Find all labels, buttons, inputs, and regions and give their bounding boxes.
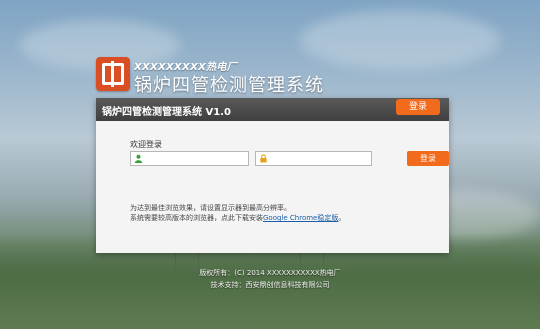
notice-line-2: 系统需要较高版本的浏览器，点此下载安装Google Chrome稳定版。	[130, 213, 345, 223]
notice-line-2-suffix: 。	[338, 214, 346, 222]
notice-line-1: 为达到最佳浏览效果，请设置显示器到最高分辨率。	[130, 204, 291, 212]
logo-icon	[96, 57, 130, 91]
username-field[interactable]	[130, 151, 249, 166]
username-input[interactable]	[147, 152, 243, 165]
footer-support: 技术支持：西安鼎创信息科技有限公司	[210, 281, 330, 289]
password-field[interactable]	[255, 151, 372, 166]
welcome-label: 欢迎登录	[130, 140, 162, 149]
panel-title: 锅炉四管检测管理系统 V1.0	[102, 107, 231, 118]
user-icon	[134, 154, 143, 163]
panel-header: 锅炉四管检测管理系统 V1.0 登录	[96, 98, 449, 121]
login-button[interactable]: 登录	[407, 151, 449, 166]
brand-system-name: 锅炉四管检测管理系统	[134, 75, 324, 96]
browser-notice: 为达到最佳浏览效果，请设置显示器到最高分辨率。 系统需要较高版本的浏览器，点此下…	[130, 203, 345, 223]
lock-icon	[260, 154, 267, 163]
login-tab[interactable]: 登录	[396, 99, 440, 115]
chrome-download-link[interactable]: Google Chrome稳定版	[263, 214, 338, 222]
password-input[interactable]	[272, 152, 368, 165]
login-panel: 锅炉四管检测管理系统 V1.0 登录 欢迎登录 登录 为达到最佳浏览效果，请设置…	[96, 98, 449, 253]
notice-line-2-prefix: 系统需要较高版本的浏览器，点此下载安装	[130, 214, 263, 222]
footer-copyright: 版权所有：(C) 2014 XXXXXXXXXXX热电厂	[199, 269, 341, 277]
background-cloud	[300, 10, 500, 70]
